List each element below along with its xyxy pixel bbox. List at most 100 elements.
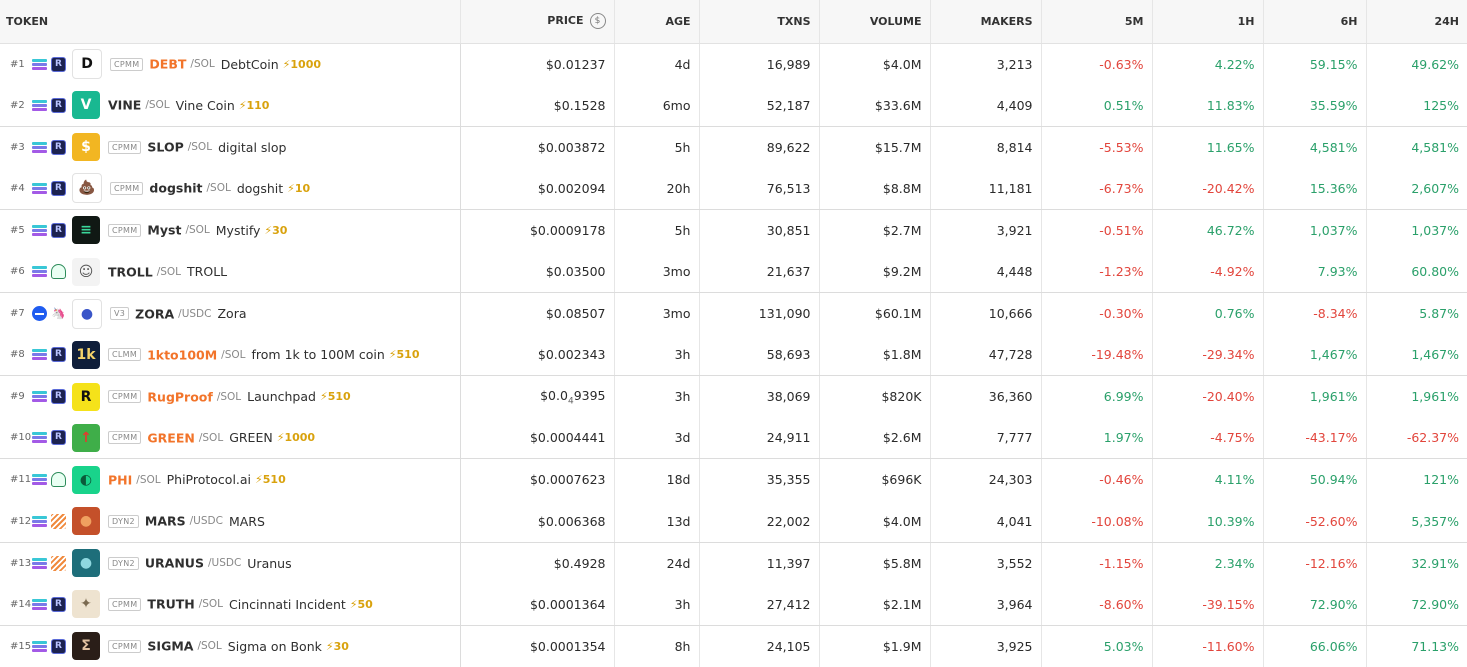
token-cell[interactable]: #3 R $ CPMM SLOP/SOL digital slop xyxy=(0,126,461,168)
dex-pool-tag: CPMM xyxy=(108,390,142,404)
table-row[interactable]: #11 ◐ PHI/SOL PhiProtocol.ai ⚡510 $0.0007623 1… xyxy=(0,458,1467,501)
column-header-volume[interactable]: VOLUME xyxy=(819,0,931,44)
change-5m-cell: 0.51% xyxy=(1041,84,1153,127)
age-cell: 3d xyxy=(614,417,700,460)
age-cell: 5h xyxy=(614,126,700,168)
txns-cell: 30,851 xyxy=(699,209,820,251)
volume-cell: $1.9M xyxy=(819,625,931,667)
table-row[interactable]: #10 R ↑ CPMM GREEN/SOL GREEN ⚡1000 $0.0004441 3d… xyxy=(0,417,1467,460)
price-head: $0.0 xyxy=(540,387,568,403)
change-6h-cell: -8.34% xyxy=(1263,292,1367,335)
table-row[interactable]: #3 R $ CPMM SLOP/SOL digital slop $0.003872 5h 8… xyxy=(0,126,1467,168)
table-row[interactable]: #8 R 1k CLMM 1kto100M/SOL from 1k to 100M coi… xyxy=(0,334,1467,377)
column-header-price[interactable]: PRICE $ xyxy=(460,0,615,44)
token-cell[interactable]: #1 R D CPMM DEBT/SOL DebtCoin ⚡1000 xyxy=(0,43,461,85)
column-header-24h[interactable]: 24H xyxy=(1366,0,1467,44)
change-24h-cell: 125% xyxy=(1366,84,1467,127)
token-name: MARS xyxy=(228,513,265,529)
token-name: Mystify xyxy=(215,222,261,238)
change-1h-cell: 2.34% xyxy=(1152,542,1264,584)
token-cell[interactable]: #8 R 1k CLMM 1kto100M/SOL from 1k to 100M coi… xyxy=(0,334,461,377)
token-cell[interactable]: #14 R ✦ CPMM TRUTH/SOL Cincinnati Incident ⚡50 xyxy=(0,583,461,626)
column-header-age[interactable]: AGE xyxy=(614,0,700,44)
dex-pool-tag: CPMM xyxy=(108,140,142,154)
table-row[interactable]: #5 R ≡ CPMM Myst/SOL Mystify ⚡30 $0.0009178 5h 30… xyxy=(0,209,1467,251)
txns-cell: 89,622 xyxy=(699,126,820,168)
change-1h-cell: -39.15% xyxy=(1152,583,1264,626)
table-row[interactable]: #2 R V VINE/SOL Vine Coin ⚡110 $0.1528 6mo 52,18… xyxy=(0,84,1467,127)
table-row[interactable]: #14 R ✦ CPMM TRUTH/SOL Cincinnati Incident ⚡50… xyxy=(0,583,1467,626)
makers-cell: 3,964 xyxy=(930,583,1042,626)
token-cell[interactable]: #5 R ≡ CPMM Myst/SOL Mystify ⚡30 xyxy=(0,209,461,251)
age-cell: 6mo xyxy=(614,84,700,127)
pumpswap-icon xyxy=(51,264,66,280)
table-row[interactable]: #12 ● DYN2 MARS/USDC MARS $0.006368 13d 22,002 $… xyxy=(0,500,1467,543)
table-row[interactable]: #1 R D CPMM DEBT/SOL DebtCoin ⚡1000 $0.01237 4d 1… xyxy=(0,43,1467,85)
price-tail: 9395 xyxy=(573,387,606,403)
change-6h-cell: 1,467% xyxy=(1263,334,1367,377)
base-icon xyxy=(32,306,47,322)
makers-cell: 4,041 xyxy=(930,500,1042,543)
change-24h-cell: 1,961% xyxy=(1411,389,1459,405)
txns-cell: 11,397 xyxy=(699,542,820,584)
dex-pool-tag: DYN2 xyxy=(108,514,139,528)
change-24h-cell: 49.62% xyxy=(1411,56,1459,72)
token-cell[interactable]: #15 R Σ CPMM SIGMA/SOL Sigma on Bonk ⚡30 xyxy=(0,625,461,667)
table-header: TOKEN PRICE $ AGE TXNS VOLUME MAKERS 5M 1… xyxy=(0,0,1467,44)
column-header-1h[interactable]: 1H xyxy=(1152,0,1264,44)
token-cell[interactable]: #2 R V VINE/SOL Vine Coin ⚡110 xyxy=(0,84,461,127)
age-cell: 13d xyxy=(614,500,700,543)
price-cell: $0.003872 xyxy=(460,126,615,168)
table-row[interactable]: #7 🦄 ● V3 ZORA/USDC Zora $0.08507 3mo 131,090 $60… xyxy=(0,292,1467,335)
price-cell: $0.4928 xyxy=(460,542,615,584)
change-24h-cell: 121% xyxy=(1423,472,1459,488)
age-cell: 8h xyxy=(614,625,700,667)
change-6h-cell: 15.36% xyxy=(1263,167,1367,210)
dex-pool-tag: CLMM xyxy=(108,348,142,362)
txns-cell: 21,637 xyxy=(699,250,820,294)
age-cell: 3mo xyxy=(614,292,700,335)
table-row[interactable]: #9 R R CPMM RugProof/SOL Launchpad ⚡510 $0.0493… xyxy=(0,375,1467,418)
column-header-token[interactable]: TOKEN xyxy=(0,0,461,44)
token-symbol: ZORA xyxy=(135,306,175,322)
table-row[interactable]: #6 ☺ TROLL/SOL TROLL $0.03500 3mo 21,637 $9.2M 4… xyxy=(0,250,1467,294)
token-cell[interactable]: #13 ● DYN2 URANUS/USDC Uranus xyxy=(0,542,461,584)
price-cell: $0.01237 xyxy=(460,43,615,85)
solana-icon xyxy=(32,264,47,279)
boost-badge: ⚡30 xyxy=(264,223,288,237)
currency-toggle-icon[interactable]: $ xyxy=(589,13,606,30)
table-row[interactable]: #13 ● DYN2 URANUS/USDC Uranus $0.4928 24d 11,39… xyxy=(0,542,1467,584)
table-row[interactable]: #15 R Σ CPMM SIGMA/SOL Sigma on Bonk ⚡30 $0.000… xyxy=(0,625,1467,667)
column-header-5m[interactable]: 5M xyxy=(1041,0,1153,44)
volume-cell: $1.8M xyxy=(819,334,931,377)
token-cell[interactable]: #4 R 💩 CPMM dogshit/SOL dogshit ⚡10 xyxy=(0,167,461,210)
myst-logo: ≡ xyxy=(72,216,100,245)
token-cell[interactable]: #9 R R CPMM RugProof/SOL Launchpad ⚡510 xyxy=(0,375,461,418)
rank-number: #3 xyxy=(10,141,25,153)
solana-icon xyxy=(32,639,47,654)
boost-badge: ⚡10 xyxy=(287,181,311,195)
price-cell: $0.006368 xyxy=(460,500,615,543)
zora-logo: ● xyxy=(72,298,102,329)
token-cell[interactable]: #7 🦄 ● V3 ZORA/USDC Zora xyxy=(0,292,461,335)
meteora-icon xyxy=(51,555,66,571)
token-cell[interactable]: #12 ● DYN2 MARS/USDC MARS xyxy=(0,500,461,543)
table-row[interactable]: #4 R 💩 CPMM dogshit/SOL dogshit ⚡10 $0.002094 20… xyxy=(0,167,1467,210)
txns-cell: 35,355 xyxy=(699,458,820,501)
column-header-6h[interactable]: 6H xyxy=(1263,0,1367,44)
dex-pool-tag: CPMM xyxy=(110,57,144,71)
token-cell[interactable]: #10 R ↑ CPMM GREEN/SOL GREEN ⚡1000 xyxy=(0,417,461,460)
token-symbol: TROLL xyxy=(108,264,153,280)
dex-pool-tag: CPMM xyxy=(108,597,142,611)
column-header-txns[interactable]: TXNS xyxy=(699,0,820,44)
rank-number: #12 xyxy=(10,515,32,527)
change-6h-cell: 4,581% xyxy=(1263,126,1367,168)
column-header-makers[interactable]: MAKERS xyxy=(930,0,1042,44)
change-24h-cell: 4,581% xyxy=(1411,139,1459,155)
dex-pool-tag: CPMM xyxy=(108,431,142,445)
meteora-icon xyxy=(51,513,66,529)
change-1h-cell: 10.39% xyxy=(1152,500,1264,543)
token-cell[interactable]: #6 ☺ TROLL/SOL TROLL xyxy=(0,250,461,294)
volume-cell: $5.8M xyxy=(819,542,931,584)
token-cell[interactable]: #11 ◐ PHI/SOL PhiProtocol.ai ⚡510 xyxy=(0,458,461,501)
